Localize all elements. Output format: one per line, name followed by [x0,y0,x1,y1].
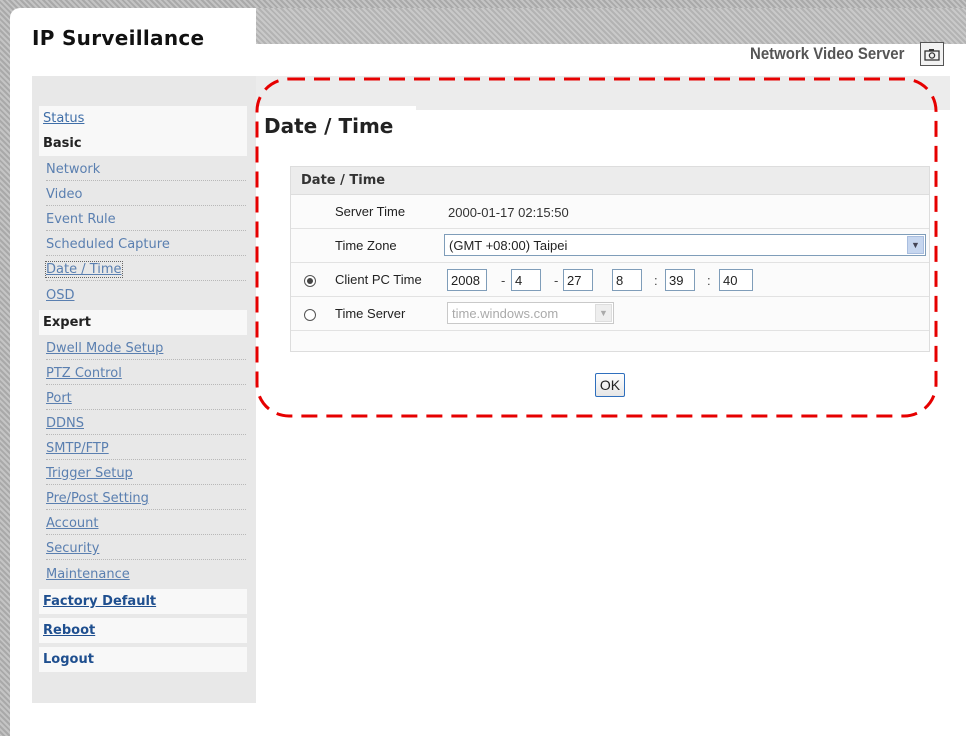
sidebar: Status Basic Network Video Event Rule Sc… [32,76,256,703]
sidebar-section-basic: Basic [39,131,247,156]
client-second-field[interactable]: 40 [719,269,753,291]
sidebar-section-expert: Expert [39,310,247,335]
sidebar-item-trigger-setup[interactable]: Trigger Setup [46,460,246,485]
sidebar-item-network[interactable]: Network [46,156,246,181]
brand-title: IP Surveillance [32,26,205,50]
time-server-select[interactable]: time.windows.com ▼ [447,302,614,324]
ok-button[interactable]: OK [595,373,625,397]
time-server-label: Time Server [335,306,406,321]
sidebar-item-dwell-mode-setup[interactable]: Dwell Mode Setup [46,335,246,360]
client-pc-time-radio[interactable] [304,275,316,287]
time-zone-label: Time Zone [335,238,397,253]
client-pc-time-row: Client PC Time 2008 - 4 - 27 8 : 39 : 40 [291,264,929,297]
sidebar-item-reboot[interactable]: Reboot [39,618,247,643]
sidebar-item-video[interactable]: Video [46,181,246,206]
client-month-field[interactable]: 4 [511,269,541,291]
panel-title: Date / Time [291,167,929,195]
sidebar-item-smtp-ftp[interactable]: SMTP/FTP [46,435,246,460]
server-time-value: 2000-01-17 02:15:50 [448,205,569,220]
header-pattern [256,8,966,44]
server-time-label: Server Time [335,204,406,219]
date-separator: - [501,273,506,288]
time-zone-select[interactable]: (GMT +08:00) Taipei ▼ [444,234,926,256]
client-pc-time-label: Client PC Time [335,272,422,287]
chevron-down-icon: ▼ [907,236,924,254]
sidebar-item-logout[interactable]: Logout [39,647,247,672]
sidebar-item-factory-default[interactable]: Factory Default [39,589,247,614]
sidebar-item-ptz-control[interactable]: PTZ Control [46,360,246,385]
sidebar-item-date-time[interactable]: Date / Time [45,256,246,281]
client-year-field[interactable]: 2008 [447,269,487,291]
sidebar-item-port[interactable]: Port [46,385,246,410]
sidebar-item-maintenance[interactable]: Maintenance [46,560,246,585]
client-day-field[interactable]: 27 [563,269,593,291]
time-server-radio[interactable] [304,309,316,321]
page-title: Date / Time [258,106,416,146]
product-name: Network Video Server [749,44,904,63]
sidebar-item-security[interactable]: Security [46,535,246,560]
time-separator: : [654,273,658,288]
date-separator: - [554,273,559,288]
time-server-row: Time Server time.windows.com ▼ [291,298,929,331]
sidebar-item-scheduled-capture[interactable]: Scheduled Capture [46,231,246,256]
time-separator: : [707,273,711,288]
sidebar-item-ddns[interactable]: DDNS [46,410,246,435]
sidebar-item-event-rule[interactable]: Event Rule [46,206,246,231]
sidebar-item-osd[interactable]: OSD [46,281,246,306]
chevron-down-icon: ▼ [595,304,612,322]
sidebar-item-status[interactable]: Status [39,106,247,131]
sidebar-item-account[interactable]: Account [46,510,246,535]
camera-snapshot-button[interactable] [920,42,944,66]
camera-icon [924,48,940,61]
time-zone-row: Time Zone (GMT +08:00) Taipei ▼ [291,230,929,263]
client-minute-field[interactable]: 39 [665,269,695,291]
server-time-row: Server Time 2000-01-17 02:15:50 [291,196,929,229]
client-hour-field[interactable]: 8 [612,269,642,291]
sidebar-item-pre-post-setting[interactable]: Pre/Post Setting [46,485,246,510]
date-time-panel: Date / Time Server Time 2000-01-17 02:15… [290,166,930,352]
